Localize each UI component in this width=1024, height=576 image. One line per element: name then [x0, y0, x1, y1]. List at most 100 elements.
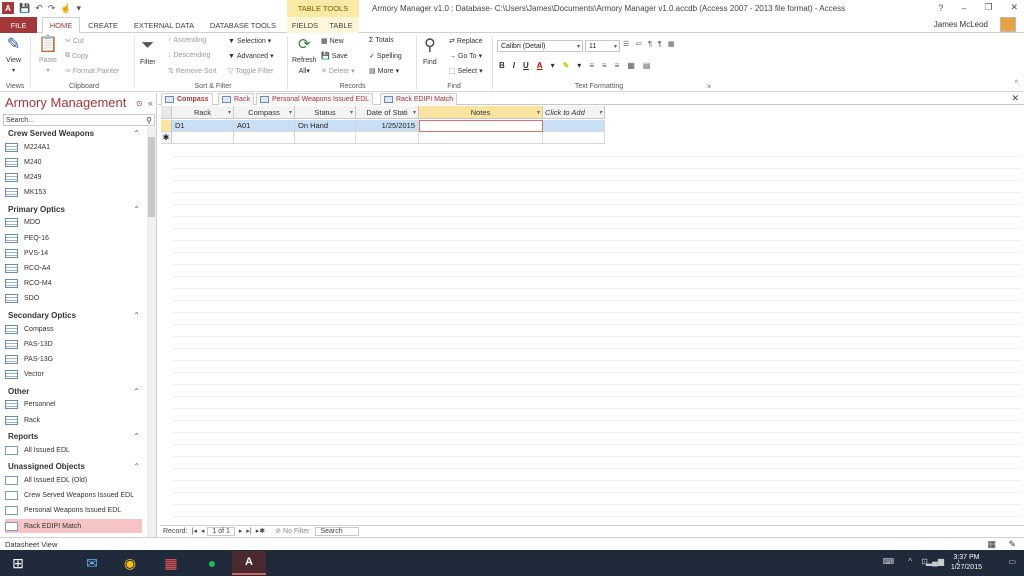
remove-sort-button[interactable]: ⇅ Remove Sort	[168, 67, 217, 76]
column-header-compass[interactable]: Compass ▾	[234, 106, 295, 119]
chevron-down-icon[interactable]: ▾	[599, 109, 602, 116]
filter-button[interactable]: ⏷ Filter	[140, 36, 156, 67]
cell-date[interactable]: 1/25/2015	[356, 120, 419, 132]
cell-rack[interactable]: D1	[172, 120, 234, 132]
filter-status[interactable]: No Filter	[283, 528, 309, 535]
selection-button[interactable]: ▼ Selection ▾	[228, 37, 271, 46]
tab-home[interactable]: HOME	[42, 17, 80, 34]
select-button[interactable]: ⬚ Select ▾	[449, 67, 483, 76]
goto-button[interactable]: → Go To ▾	[449, 52, 482, 61]
help-button[interactable]: ?	[938, 3, 943, 13]
user-name[interactable]: James McLeod	[934, 20, 988, 29]
nav-group-header[interactable]: Other ⌃	[8, 387, 140, 396]
signal-icon[interactable]: ▂▄▆	[926, 557, 944, 566]
nav-scrollbar[interactable]	[147, 127, 156, 537]
alternate-row-color-icon[interactable]: ▦	[668, 40, 675, 48]
cell-notes[interactable]	[419, 120, 543, 132]
bullets-icon[interactable]: ☰	[623, 40, 629, 48]
access-taskbar-icon[interactable]: A	[232, 551, 266, 575]
tab-fields[interactable]: FIELDS	[287, 17, 323, 33]
save-icon[interactable]: 💾	[19, 3, 30, 14]
column-header-rack[interactable]: Rack ▾	[172, 106, 234, 119]
doc-tab-personal-weapons[interactable]: Personal Weapons Issued EDL	[256, 93, 374, 105]
nav-item[interactable]: All Issued EDL	[5, 443, 142, 457]
column-header-status[interactable]: Status ▾	[295, 106, 356, 119]
nav-group-header[interactable]: Unassigned Objects ⌃	[8, 462, 140, 471]
nav-item[interactable]: M240	[5, 155, 142, 169]
nav-item[interactable]: RCO-A4	[5, 261, 142, 275]
datasheet-view-icon[interactable]: ▦	[987, 539, 996, 550]
touch-mode-icon[interactable]: ☝	[60, 3, 71, 14]
format-painter-button[interactable]: ✑ Format Painter	[65, 67, 119, 76]
delete-button[interactable]: ✕ Delete ▾	[321, 67, 355, 76]
chevron-up-icon[interactable]: ⌃	[133, 432, 140, 441]
highlight-icon[interactable]: ✎	[563, 61, 570, 70]
close-button[interactable]: ✕	[1010, 2, 1018, 13]
ltr-icon[interactable]: ¶	[648, 41, 652, 48]
nav-item[interactable]: RCO-M4	[5, 277, 142, 291]
design-view-icon[interactable]: ✎	[1008, 539, 1016, 550]
new-record-nav-icon[interactable]: ▸✱	[256, 527, 265, 535]
more-button[interactable]: ▤ More ▾	[369, 67, 399, 76]
new-record-marker[interactable]: ✱	[161, 132, 172, 144]
advanced-button[interactable]: ▼ Advanced ▾	[228, 52, 274, 61]
tab-file[interactable]: FILE	[0, 17, 37, 33]
descending-button[interactable]: ↓ Descending	[168, 52, 210, 59]
keyboard-icon[interactable]: ⌨	[882, 557, 894, 566]
nav-item[interactable]: Crew Served Weapons Issued EDL	[5, 489, 142, 503]
undo-icon[interactable]: ↶	[35, 3, 43, 14]
select-all-corner[interactable]	[161, 106, 172, 119]
nav-group-header[interactable]: Secondary Optics ⌃	[8, 311, 140, 320]
scrollbar-thumb[interactable]	[148, 137, 155, 217]
clock[interactable]: 3:37 PM 1/27/2015	[951, 553, 982, 573]
bold-button[interactable]: B	[499, 61, 505, 70]
nav-item[interactable]: All Issued EDL (Old)	[5, 473, 142, 487]
align-right-icon[interactable]: ≡	[615, 61, 620, 70]
doc-tab-rack[interactable]: Rack	[218, 93, 254, 105]
nav-item[interactable]: PAS-13D	[5, 337, 142, 351]
save-record-button[interactable]: 💾 Save	[321, 52, 348, 61]
tab-table[interactable]: TABLE	[323, 17, 359, 33]
new-cell[interactable]	[172, 132, 234, 144]
search-input[interactable]: Search... ⚲	[3, 114, 155, 126]
nav-item[interactable]: Personal Weapons Issued EDL	[5, 504, 142, 518]
nav-item[interactable]: Rack EDIPI Match	[5, 519, 142, 533]
cell-compass[interactable]: A01	[234, 120, 295, 132]
nav-item[interactable]: PVS-14	[5, 246, 142, 260]
new-cell[interactable]	[356, 132, 419, 144]
prev-record-icon[interactable]: ◂	[201, 527, 205, 535]
chrome-icon[interactable]: ◉	[114, 551, 146, 575]
nav-item[interactable]: M224A1	[5, 140, 142, 154]
nav-title[interactable]: Armory Management	[5, 95, 126, 110]
gridlines-icon[interactable]: ▦	[627, 61, 635, 70]
nav-item[interactable]: SDO	[5, 292, 142, 306]
avatar[interactable]	[1000, 17, 1016, 32]
numbering-icon[interactable]: ≔	[635, 40, 642, 48]
align-left-icon[interactable]: ≡	[589, 61, 594, 70]
restore-button[interactable]: ❐	[984, 2, 992, 13]
thunderbird-icon[interactable]: ✉	[76, 551, 108, 575]
record-position-field[interactable]: 1 of 1	[207, 526, 235, 536]
nav-item[interactable]: PAS-13G	[5, 352, 142, 366]
record-search-input[interactable]: Search	[315, 526, 360, 536]
nav-group-header[interactable]: Primary Optics ⌃	[8, 205, 140, 214]
doc-tab-compass[interactable]: Compass	[161, 93, 213, 105]
collapse-pane-icon[interactable]: «	[148, 98, 153, 108]
new-record-button[interactable]: ▦ New	[321, 37, 344, 46]
nav-item[interactable]: PEQ-16	[5, 231, 142, 245]
tab-create[interactable]: CREATE	[84, 17, 122, 33]
next-record-icon[interactable]: ▸	[239, 527, 243, 535]
font-size-select[interactable]: 11 ▾	[585, 40, 620, 52]
font-name-select[interactable]: Calibri (Detail) ▾	[497, 40, 583, 52]
redo-icon[interactable]: ↷	[48, 3, 56, 14]
new-cell[interactable]	[419, 132, 543, 144]
find-button[interactable]: ⚲ Find	[423, 36, 437, 67]
nav-item[interactable]: MK153	[5, 186, 142, 200]
toggle-filter-button[interactable]: ▽ Toggle Filter	[228, 67, 274, 76]
chevron-up-icon[interactable]: ⌃	[133, 387, 140, 396]
chevron-up-icon[interactable]: ⌃	[133, 311, 140, 320]
column-header-notes[interactable]: Notes ▾	[419, 106, 543, 119]
cell-status[interactable]: On Hand	[295, 120, 356, 132]
chevron-down-icon[interactable]: ▾	[350, 109, 353, 116]
paste-button[interactable]: 📋 Paste ▾	[38, 36, 58, 76]
